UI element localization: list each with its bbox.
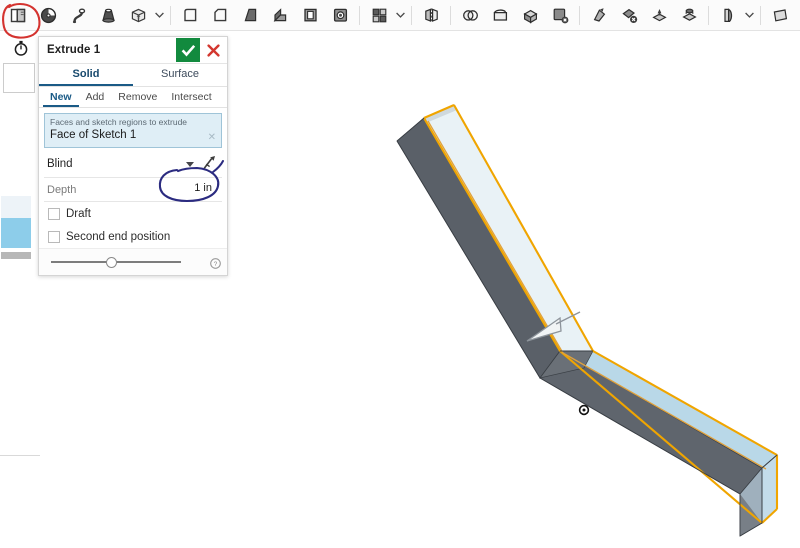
plane-tool[interactable] — [765, 1, 795, 29]
help-icon[interactable]: ? — [210, 256, 221, 267]
lower-arm-dark-face — [540, 351, 762, 494]
stopwatch-icon — [12, 39, 30, 57]
toolbar-divider — [579, 6, 580, 25]
toolbar-divider — [170, 6, 171, 25]
curve-tool[interactable] — [795, 1, 800, 29]
cancel-button[interactable] — [202, 38, 224, 62]
second-end-label: Second end position — [66, 231, 170, 243]
toolbar-divider — [359, 6, 360, 25]
thicken-tool[interactable] — [123, 1, 153, 29]
sketch-point-marker[interactable] — [580, 406, 589, 415]
tab-surface[interactable]: Surface — [133, 64, 227, 86]
delete-face-tool[interactable] — [545, 1, 575, 29]
end-condition-value: Blind — [44, 158, 73, 170]
toolbar-divider — [708, 6, 709, 25]
draft-checkbox[interactable] — [48, 208, 60, 220]
bent-extruded-beam — [397, 105, 777, 536]
shell-tool[interactable] — [295, 1, 325, 29]
depth-field[interactable]: Depth 1 in — [44, 178, 222, 202]
mirror-tool[interactable] — [416, 1, 446, 29]
boolean-tool[interactable] — [455, 1, 485, 29]
end-condition-dropdown[interactable]: Blind — [44, 151, 222, 178]
rib-tool[interactable] — [265, 1, 295, 29]
sweep-tool[interactable] — [63, 1, 93, 29]
extrude-dialog: Extrude 1 Solid Surface New Add Remove I… — [38, 36, 228, 276]
feature-thumbnail[interactable] — [3, 63, 35, 93]
accept-button[interactable] — [176, 38, 200, 62]
feature-list-sidebar — [0, 31, 41, 548]
feature-item-2[interactable] — [1, 218, 31, 248]
dialog-tabs: Solid Surface — [39, 64, 227, 87]
dialog-body: Faces and sketch regions to extrude Face… — [39, 108, 227, 248]
selection-field-label: Faces and sketch regions to extrude — [50, 117, 217, 128]
selection-field-value: Face of Sketch 1 — [50, 128, 217, 143]
sheetmetal-dropdown[interactable] — [743, 1, 756, 29]
opacity-slider-handle[interactable] — [106, 257, 117, 268]
dialog-subtabs: New Add Remove Intersect — [39, 87, 227, 108]
sidebar-divider — [0, 455, 40, 456]
second-end-checkbox-row[interactable]: Second end position — [44, 225, 222, 248]
toolbar-divider — [450, 6, 451, 25]
second-end-checkbox[interactable] — [48, 231, 60, 243]
enclose-tool[interactable] — [485, 1, 515, 29]
depth-label: Depth — [44, 184, 76, 196]
fillet-tool[interactable] — [175, 1, 205, 29]
dialog-header: Extrude 1 — [39, 37, 227, 64]
hole-tool[interactable] — [325, 1, 355, 29]
draft-checkbox-row[interactable]: Draft — [44, 202, 222, 225]
flip-direction-icon[interactable] — [200, 155, 218, 178]
toolbar-divider — [760, 6, 761, 25]
extrude-tool[interactable] — [3, 1, 33, 29]
subtab-intersect[interactable]: Intersect — [164, 87, 218, 107]
revolve-tool[interactable] — [33, 1, 63, 29]
loft-tool[interactable] — [93, 1, 123, 29]
more-solid-tools[interactable] — [153, 1, 166, 29]
feature-item-3[interactable] — [1, 252, 31, 259]
chevron-down-icon[interactable] — [186, 162, 194, 167]
subtab-remove[interactable]: Remove — [111, 87, 164, 107]
chamfer-tool[interactable] — [205, 1, 235, 29]
toolbar-divider — [411, 6, 412, 25]
feature-toolbar — [0, 0, 800, 31]
depth-value[interactable]: 1 in — [194, 182, 212, 194]
draft-tool[interactable] — [235, 1, 265, 29]
onshape-app-window: Extrude 1 Solid Surface New Add Remove I… — [0, 0, 800, 548]
subtab-add[interactable]: Add — [79, 87, 112, 107]
tab-solid[interactable]: Solid — [39, 64, 133, 86]
pattern-dropdown[interactable] — [394, 1, 407, 29]
transform-tool[interactable] — [644, 1, 674, 29]
move-face-tool[interactable] — [584, 1, 614, 29]
feature-item-1[interactable] — [1, 196, 31, 218]
close-small-icon[interactable]: ✕ — [208, 132, 216, 143]
dialog-title: Extrude 1 — [39, 44, 176, 56]
svg-text:?: ? — [214, 261, 218, 268]
replicate-tool[interactable] — [674, 1, 704, 29]
subtab-new[interactable]: New — [43, 87, 79, 107]
dialog-footer: ? — [39, 248, 227, 275]
delete-part-tool[interactable] — [614, 1, 644, 29]
sheetmetal-tool[interactable] — [713, 1, 743, 29]
selection-field[interactable]: Faces and sketch regions to extrude Face… — [44, 113, 222, 148]
draft-label: Draft — [66, 208, 91, 220]
pattern-tool[interactable] — [364, 1, 394, 29]
split-tool[interactable] — [515, 1, 545, 29]
